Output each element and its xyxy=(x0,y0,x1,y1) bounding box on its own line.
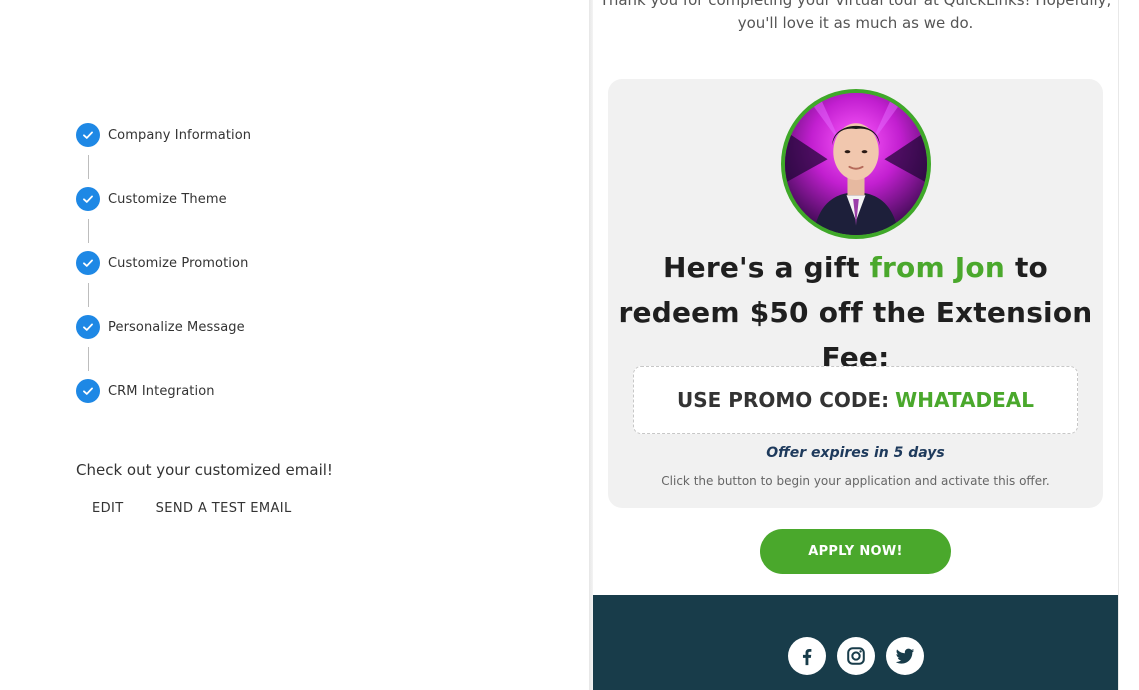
facebook-icon[interactable] xyxy=(788,637,826,675)
review-actions: EDIT SEND A TEST EMAIL xyxy=(80,497,304,520)
step-personalize-message[interactable]: Personalize Message xyxy=(76,315,251,339)
intro-line: Thank you for completing your virtual to… xyxy=(599,0,1112,9)
step-label: Company Information xyxy=(108,127,252,143)
intro-line: you'll love it as much as we do. xyxy=(737,14,974,32)
check-circle-icon xyxy=(76,315,100,339)
send-test-email-button[interactable]: SEND A TEST EMAIL xyxy=(144,497,304,520)
instagram-icon[interactable] xyxy=(837,637,875,675)
step-crm-integration[interactable]: CRM Integration xyxy=(76,379,251,403)
step-connector xyxy=(88,347,89,371)
apply-now-button[interactable]: APPLY NOW! xyxy=(760,529,951,574)
setup-steps: Company Information Customize Theme Cust… xyxy=(76,123,251,403)
step-connector xyxy=(88,155,89,179)
step-label: Personalize Message xyxy=(108,319,245,335)
twitter-icon[interactable] xyxy=(886,637,924,675)
step-label: Customize Theme xyxy=(108,191,227,207)
offer-expires: Offer expires in 5 days xyxy=(766,445,945,461)
step-customize-theme[interactable]: Customize Theme xyxy=(76,187,251,211)
check-circle-icon xyxy=(76,187,100,211)
check-circle-icon xyxy=(76,123,100,147)
step-label: CRM Integration xyxy=(108,383,215,399)
email-preview: Thank you for completing your virtual to… xyxy=(593,0,1118,690)
step-connector xyxy=(88,283,89,307)
promo-code: WHATADEAL xyxy=(895,388,1034,412)
promo-code-box: USE PROMO CODE: WHATADEAL xyxy=(633,366,1078,434)
headline-pre: Here's a gift xyxy=(663,251,860,284)
gift-card: Here's a gift from Jon to redeem $50 off… xyxy=(608,79,1103,508)
headline-accent: from Jon xyxy=(869,251,1005,284)
social-links xyxy=(788,637,924,675)
offer-instructions: Click the button to begin your applicati… xyxy=(661,474,1050,488)
email-footer xyxy=(593,595,1118,690)
step-connector xyxy=(88,219,89,243)
email-intro: Thank you for completing your virtual to… xyxy=(593,0,1118,35)
setup-panel: Company Information Customize Theme Cust… xyxy=(0,0,589,690)
check-circle-icon xyxy=(76,379,100,403)
sender-avatar xyxy=(781,89,931,239)
promo-label: USE PROMO CODE: xyxy=(677,388,890,412)
review-prompt: Check out your customized email! xyxy=(76,461,333,479)
step-customize-promotion[interactable]: Customize Promotion xyxy=(76,251,251,275)
preview-edge xyxy=(1118,0,1139,690)
step-label: Customize Promotion xyxy=(108,255,249,271)
check-circle-icon xyxy=(76,251,100,275)
edit-button[interactable]: EDIT xyxy=(80,497,136,520)
step-company-information[interactable]: Company Information xyxy=(76,123,251,147)
gift-headline: Here's a gift from Jon to redeem $50 off… xyxy=(608,245,1103,380)
